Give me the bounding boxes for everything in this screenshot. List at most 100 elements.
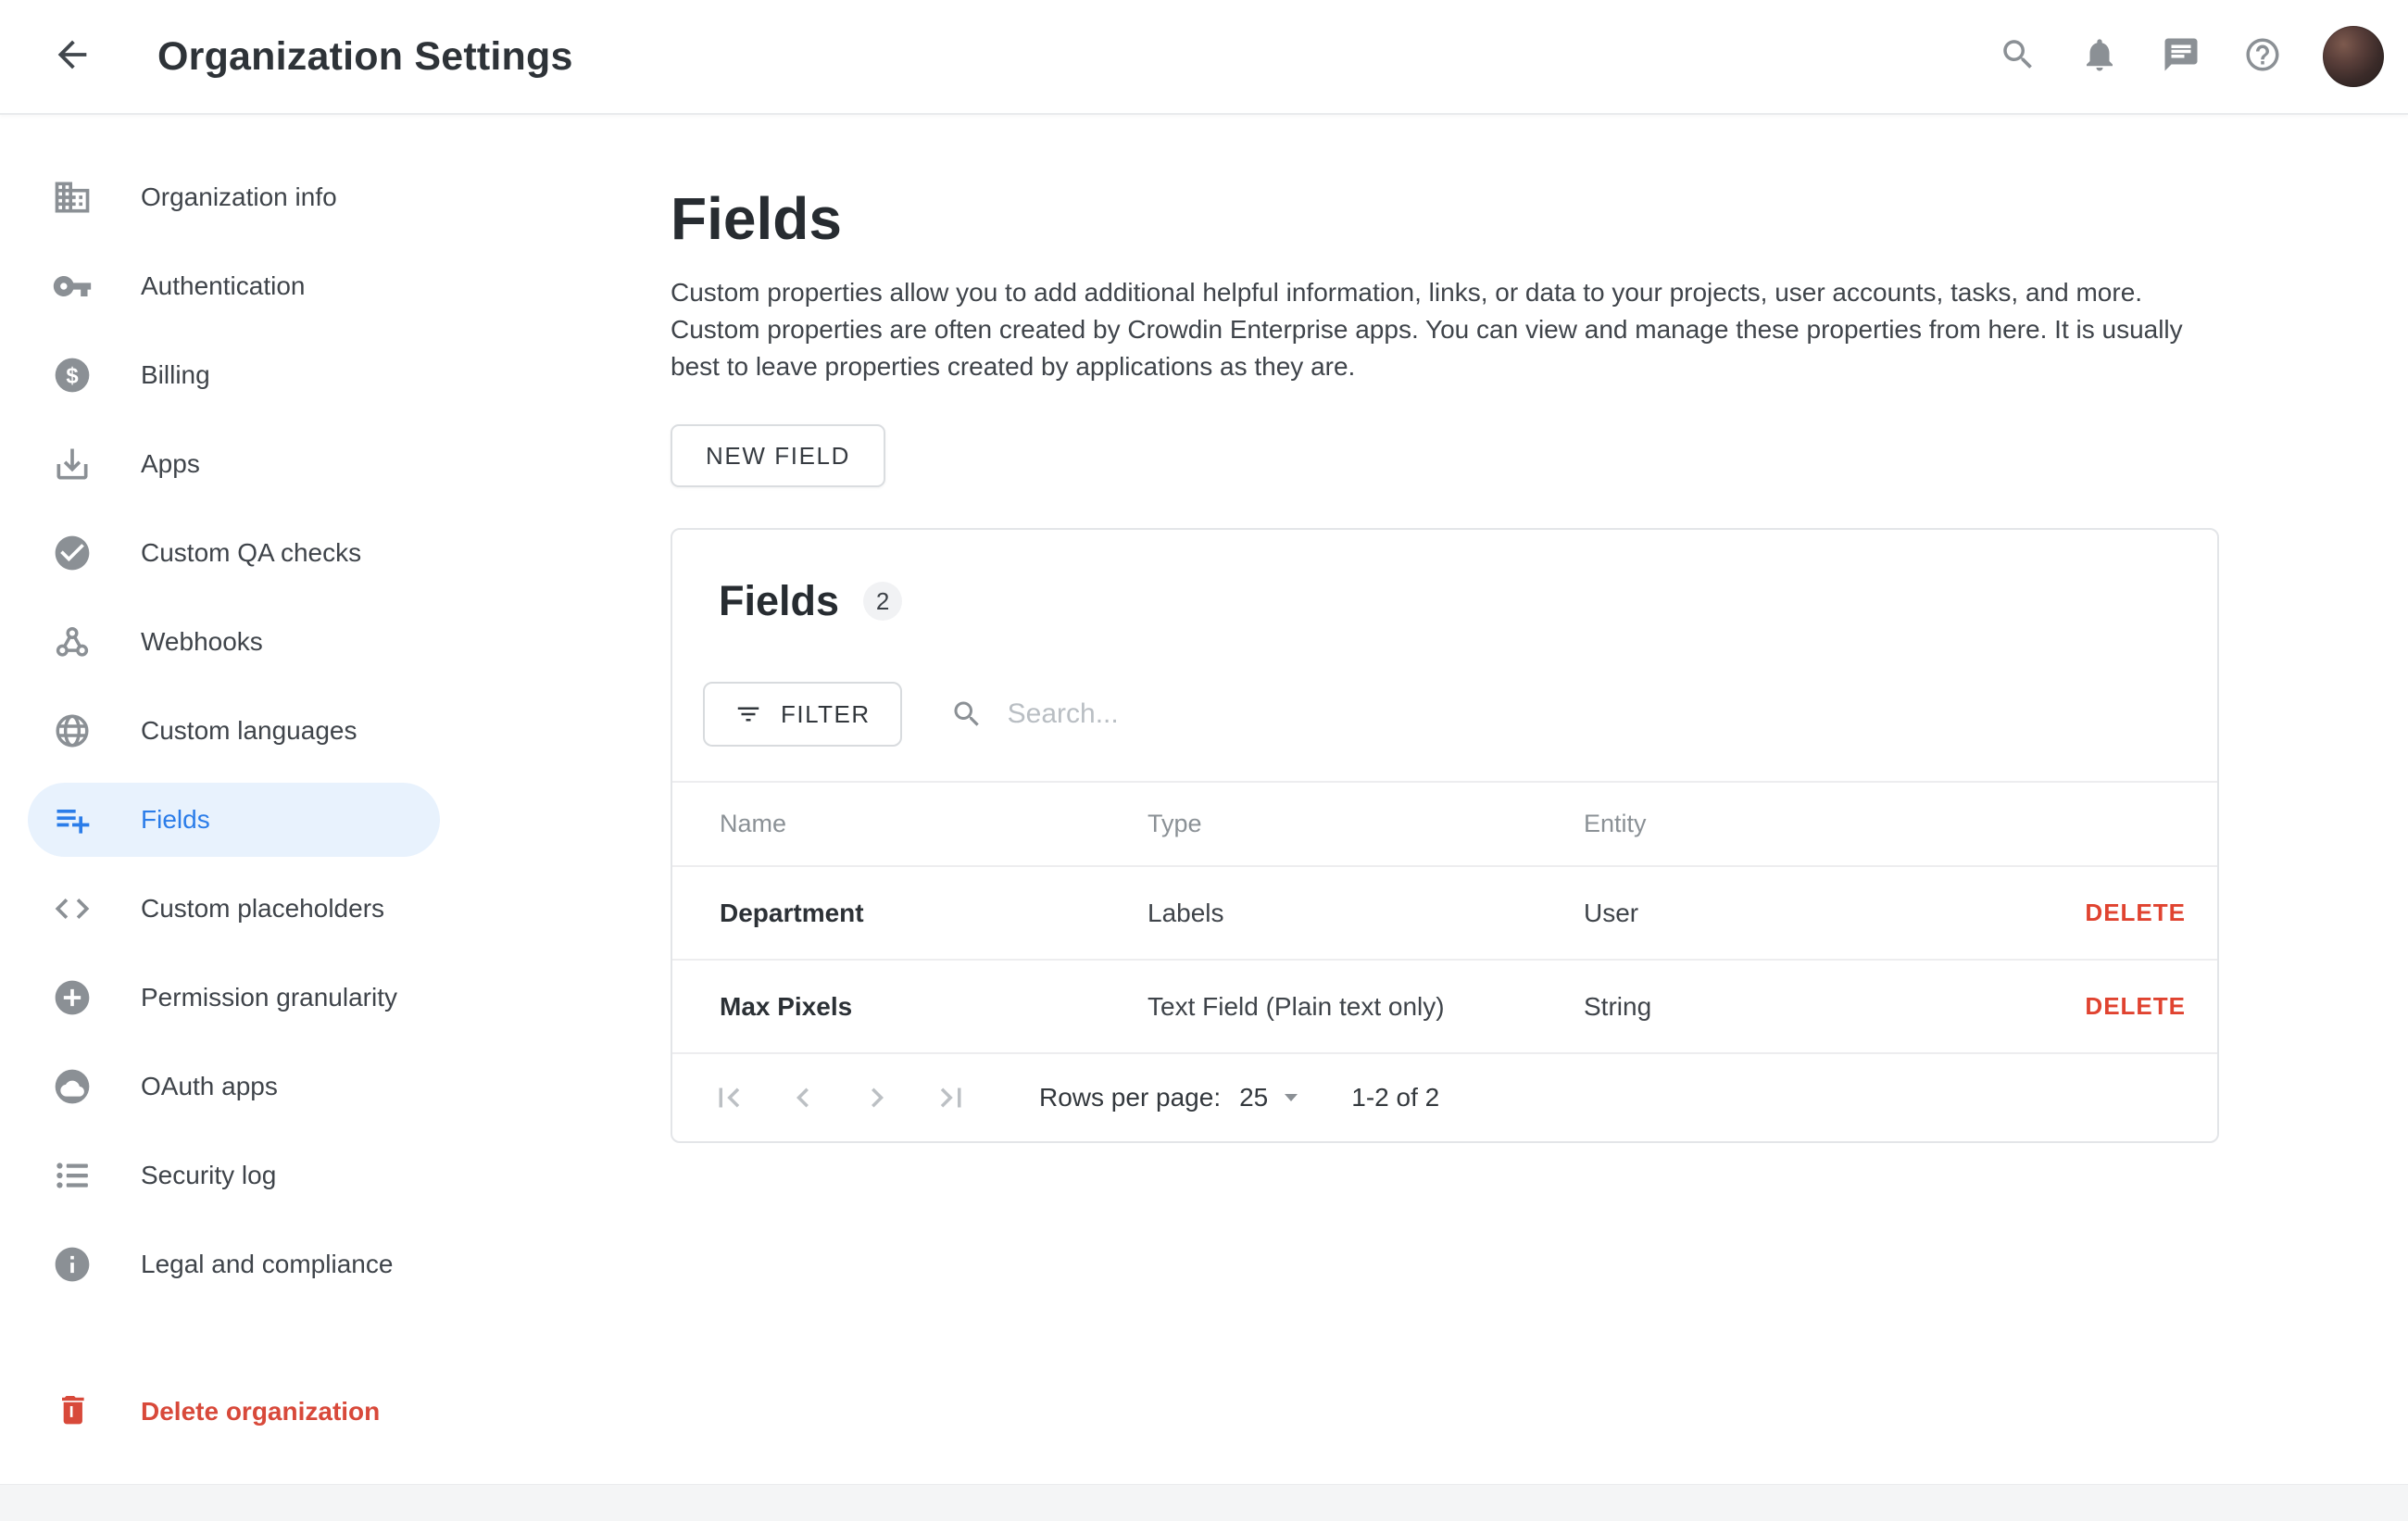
settings-sidebar: Organization info Authentication $ Billi… (0, 115, 671, 1464)
sidebar-item-oauth-apps[interactable]: OAuth apps (28, 1050, 440, 1124)
field-name: Department (720, 899, 1148, 928)
sidebar-item-custom-placeholders[interactable]: Custom placeholders (28, 872, 440, 946)
chat-icon (2162, 35, 2201, 79)
pagination-range: 1-2 of 2 (1351, 1083, 1439, 1112)
sidebar-item-label: Fields (141, 805, 210, 835)
table-row: Department Labels User DELETE (672, 867, 2217, 961)
field-type: Labels (1148, 899, 1584, 928)
sidebar-item-delete-organization[interactable]: Delete organization (28, 1375, 440, 1449)
card-toolbar: FILTER (672, 682, 2217, 781)
sidebar-item-label: Billing (141, 360, 210, 390)
avatar[interactable] (2323, 26, 2384, 87)
playlist-add-icon (50, 798, 94, 842)
page-title: Fields (671, 187, 2219, 250)
card-title: Fields (719, 571, 839, 632)
sidebar-item-apps[interactable]: Apps (28, 427, 440, 501)
field-type: Text Field (Plain text only) (1148, 992, 1584, 1022)
search-button[interactable] (1991, 30, 2045, 83)
card-header: Fields 2 (672, 530, 2217, 632)
filter-icon (734, 700, 762, 728)
code-icon (50, 886, 94, 931)
fields-card: Fields 2 FILTER Name Type E (671, 528, 2219, 1143)
list-icon (50, 1153, 94, 1198)
rows-per-page-value: 25 (1239, 1083, 1268, 1112)
footer-strip (0, 1484, 2408, 1521)
rows-per-page-label: Rows per page: (1039, 1083, 1221, 1112)
search-icon (950, 698, 984, 731)
field-entity: String (1584, 992, 2085, 1022)
cloud-circle-icon (50, 1064, 94, 1109)
bell-icon (2080, 35, 2119, 79)
column-header-type: Type (1148, 810, 1584, 838)
globe-icon (50, 709, 94, 753)
column-header-entity: Entity (1584, 810, 2186, 838)
sidebar-item-label: Permission granularity (141, 983, 397, 1012)
rows-per-page-select[interactable]: 25 (1239, 1083, 1299, 1112)
sidebar-item-label: Organization info (141, 182, 337, 212)
main-content: Fields Custom properties allow you to ad… (671, 115, 2408, 1143)
download-icon (50, 442, 94, 486)
info-circle-icon (50, 1242, 94, 1287)
page-header-title: Organization Settings (157, 34, 573, 80)
sidebar-item-security-log[interactable]: Security log (28, 1138, 440, 1213)
notifications-button[interactable] (2073, 30, 2126, 83)
filter-button[interactable]: FILTER (703, 682, 902, 747)
search-icon (1999, 35, 2038, 79)
page-description: Custom properties allow you to add addit… (671, 274, 2197, 385)
delete-field-button[interactable]: DELETE (2085, 992, 2186, 1021)
trash-icon (50, 1389, 94, 1434)
webhook-icon (50, 620, 94, 664)
table-header: Name Type Entity (672, 781, 2217, 867)
sidebar-item-authentication[interactable]: Authentication (28, 249, 440, 323)
field-name: Max Pixels (720, 992, 1148, 1022)
sidebar-item-custom-qa-checks[interactable]: Custom QA checks (28, 516, 440, 590)
sidebar-item-label: OAuth apps (141, 1072, 278, 1101)
back-arrow-icon (51, 33, 94, 81)
sidebar-item-label: Security log (141, 1161, 276, 1190)
chevron-down-icon (1283, 1092, 1299, 1103)
app-window: Organization Settings (0, 0, 2408, 1521)
sidebar-item-webhooks[interactable]: Webhooks (28, 605, 440, 679)
sidebar-item-label: Delete organization (141, 1397, 380, 1427)
building-icon (50, 175, 94, 220)
search-input[interactable] (1008, 698, 1563, 730)
pagination-bar: Rows per page: 25 1-2 of 2 (672, 1054, 2217, 1141)
help-button[interactable] (2236, 30, 2289, 83)
last-page-icon (932, 1078, 971, 1117)
topbar: Organization Settings (0, 0, 2408, 115)
back-button[interactable] (43, 27, 102, 86)
search-field (950, 698, 2217, 731)
sidebar-item-fields[interactable]: Fields (28, 783, 440, 857)
field-entity: User (1584, 899, 2085, 928)
sidebar-item-label: Custom languages (141, 716, 357, 746)
first-page-button[interactable] (708, 1076, 750, 1119)
check-circle-icon (50, 531, 94, 575)
table-row: Max Pixels Text Field (Plain text only) … (672, 961, 2217, 1054)
messages-button[interactable] (2154, 30, 2208, 83)
sidebar-item-permission-granularity[interactable]: Permission granularity (28, 961, 440, 1035)
sidebar-item-custom-languages[interactable]: Custom languages (28, 694, 440, 768)
chevron-right-icon (858, 1078, 897, 1117)
help-icon (2243, 35, 2282, 79)
svg-text:$: $ (66, 363, 78, 388)
sidebar-item-label: Legal and compliance (141, 1250, 393, 1279)
column-header-name: Name (720, 810, 1148, 838)
sidebar-item-label: Apps (141, 449, 200, 479)
next-page-button[interactable] (856, 1076, 898, 1119)
count-badge: 2 (863, 582, 902, 621)
dollar-circle-icon: $ (50, 353, 94, 397)
sidebar-item-label: Webhooks (141, 627, 263, 657)
filter-button-label: FILTER (781, 700, 871, 729)
key-icon (50, 264, 94, 308)
delete-field-button[interactable]: DELETE (2085, 899, 2186, 927)
sidebar-item-legal-and-compliance[interactable]: Legal and compliance (28, 1227, 440, 1301)
last-page-button[interactable] (930, 1076, 972, 1119)
previous-page-button[interactable] (782, 1076, 824, 1119)
add-circle-icon (50, 975, 94, 1020)
new-field-button[interactable]: NEW FIELD (671, 424, 885, 487)
sidebar-item-label: Authentication (141, 271, 305, 301)
sidebar-item-label: Custom QA checks (141, 538, 361, 568)
sidebar-item-label: Custom placeholders (141, 894, 384, 924)
sidebar-item-billing[interactable]: $ Billing (28, 338, 440, 412)
sidebar-item-organization-info[interactable]: Organization info (28, 160, 440, 234)
